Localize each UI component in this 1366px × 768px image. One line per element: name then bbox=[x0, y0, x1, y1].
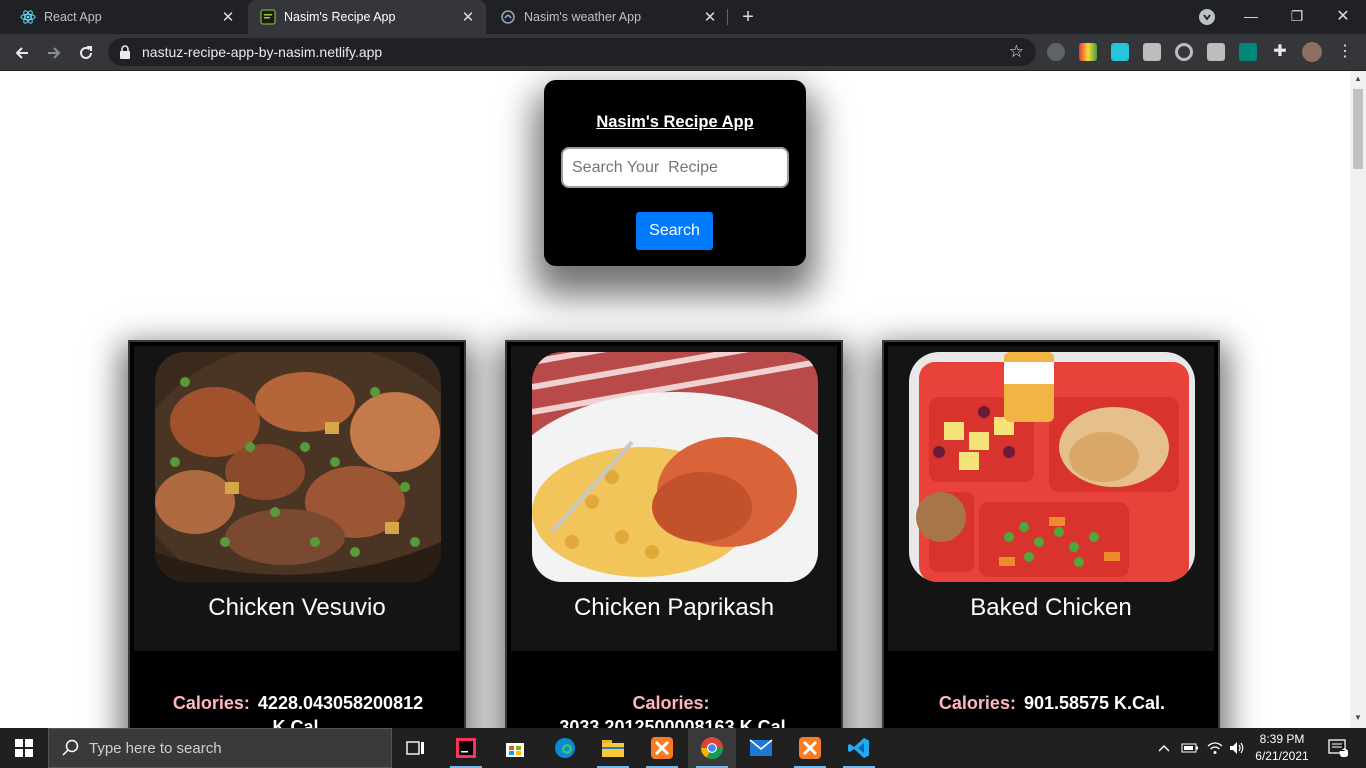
recipe-card: Chicken Paprikash Calories: 3033.20125000… bbox=[505, 340, 843, 728]
chicken-vesuvio-photo bbox=[155, 352, 441, 582]
weather-app-icon bbox=[500, 9, 516, 25]
notification-count-badge: 2 bbox=[1340, 743, 1346, 753]
profile-avatar[interactable] bbox=[1302, 42, 1322, 62]
battery-icon[interactable] bbox=[1180, 728, 1200, 768]
url-text: nastuz-recipe-app-by-nasim.netlify.app bbox=[142, 44, 383, 60]
extension-icon[interactable] bbox=[1143, 43, 1161, 61]
tab-search-icon[interactable] bbox=[1199, 9, 1215, 25]
tab-title: Nasim's Recipe App bbox=[284, 10, 396, 24]
recipe-name: Chicken Paprikash bbox=[573, 594, 775, 621]
baked-chicken-photo bbox=[909, 352, 1195, 582]
calories-value: 901.58575 K.Cal. bbox=[1023, 693, 1166, 713]
reload-icon bbox=[80, 46, 92, 59]
vscode-icon[interactable] bbox=[835, 728, 883, 768]
calories-value: 3033.2012500008163 K.Cal. bbox=[559, 717, 791, 728]
close-window-button[interactable]: ✕ bbox=[1320, 0, 1366, 32]
recipe-calories: Calories: 901.58575 K.Cal. bbox=[904, 691, 1200, 715]
tab-react-app[interactable]: React App ✕ bbox=[0, 0, 246, 34]
scrollbar-thumb[interactable] bbox=[1353, 89, 1363, 169]
extension-icon[interactable] bbox=[1111, 43, 1129, 61]
edge-icon[interactable] bbox=[541, 728, 589, 768]
taskbar-search-box[interactable]: Type here to search bbox=[48, 728, 392, 768]
back-arrow-icon bbox=[15, 47, 28, 59]
extension-icon[interactable] bbox=[1175, 43, 1193, 61]
minimize-button[interactable]: — bbox=[1228, 0, 1274, 32]
reload-button[interactable] bbox=[72, 39, 100, 67]
tab-title: Nasim's weather App bbox=[524, 10, 642, 24]
volume-icon[interactable] bbox=[1227, 728, 1247, 768]
recipe-card-header: Chicken Vesuvio bbox=[134, 346, 460, 651]
taskbar-clock[interactable]: 8:39 PM 6/21/2021 bbox=[1250, 731, 1314, 765]
wifi-icon[interactable] bbox=[1205, 728, 1225, 768]
extension-icon[interactable] bbox=[1079, 43, 1097, 61]
close-tab-icon[interactable]: ✕ bbox=[702, 9, 718, 26]
page-viewport: Nasim's Recipe App Search Your Recipe Se… bbox=[0, 71, 1350, 728]
search-input[interactable] bbox=[561, 147, 789, 188]
scroll-up-arrow-icon[interactable]: ▲ bbox=[1354, 75, 1362, 83]
calories-label: Calories: bbox=[632, 693, 710, 713]
tab-recipe-app[interactable]: Nasim's Recipe App ✕ bbox=[248, 0, 486, 34]
puzzle-extensions-icon[interactable]: ✚ bbox=[1271, 43, 1289, 61]
calories-value: 4228.043058200812 K.Cal. bbox=[257, 693, 424, 728]
clock-time: 8:39 PM bbox=[1259, 732, 1305, 746]
calories-label: Calories: bbox=[938, 693, 1016, 713]
restore-button[interactable]: ❐ bbox=[1274, 0, 1320, 32]
task-view-icon[interactable] bbox=[392, 728, 440, 768]
xampp-icon[interactable] bbox=[638, 728, 686, 768]
tab-weather-app[interactable]: Nasim's weather App ✕ bbox=[488, 0, 728, 34]
recipe-calories: Calories: 4228.043058200812 K.Cal. bbox=[150, 691, 446, 728]
address-bar[interactable]: nastuz-recipe-app-by-nasim.netlify.app ☆ bbox=[108, 38, 1036, 66]
extension-icon[interactable] bbox=[1047, 43, 1065, 61]
chicken-paprikash-photo bbox=[532, 352, 818, 582]
action-center-icon[interactable]: 2 bbox=[1320, 728, 1356, 768]
page-title: Nasim's Recipe App bbox=[596, 113, 754, 131]
page-scrollbar[interactable]: ▲ ▼ bbox=[1350, 71, 1366, 728]
intellij-icon[interactable] bbox=[442, 728, 490, 768]
recipe-calories: Calories: 3033.2012500008163 K.Cal. bbox=[527, 691, 823, 728]
tab-separator bbox=[727, 9, 728, 25]
tab-strip: React App ✕ Nasim's Recipe App ✕ Nasim's… bbox=[0, 0, 1366, 34]
taskbar-search-placeholder: Type here to search bbox=[89, 739, 222, 757]
microsoft-store-icon[interactable] bbox=[491, 728, 539, 768]
extension-icon[interactable] bbox=[1239, 43, 1257, 61]
more-menu-icon[interactable]: ⋮ bbox=[1336, 43, 1354, 61]
recipe-app-icon bbox=[260, 9, 276, 25]
close-tab-icon[interactable]: ✕ bbox=[220, 9, 236, 26]
recipe-name: Baked Chicken bbox=[970, 594, 1132, 621]
bookmark-star-icon[interactable]: ☆ bbox=[1009, 42, 1024, 62]
react-icon bbox=[20, 9, 36, 25]
search-button[interactable]: Search bbox=[636, 212, 713, 250]
search-icon bbox=[61, 738, 81, 758]
tab-title: React App bbox=[44, 10, 102, 24]
calories-label: Calories: bbox=[172, 693, 250, 713]
windows-logo-icon bbox=[15, 739, 33, 757]
recipe-card: Chicken Vesuvio Calories: 4228.0430582008… bbox=[128, 340, 466, 728]
new-tab-button[interactable]: + bbox=[736, 5, 760, 29]
search-card: Nasim's Recipe App Search bbox=[544, 80, 806, 266]
recipe-card-header: Baked Chicken bbox=[888, 346, 1214, 651]
forward-button[interactable] bbox=[40, 39, 68, 67]
xampp-icon[interactable] bbox=[786, 728, 834, 768]
camera-extension-icon[interactable] bbox=[1207, 43, 1225, 61]
back-button[interactable] bbox=[8, 39, 36, 67]
lock-icon bbox=[118, 45, 132, 59]
chrome-icon[interactable] bbox=[688, 728, 736, 768]
clock-date: 6/21/2021 bbox=[1255, 749, 1309, 763]
scroll-down-arrow-icon[interactable]: ▼ bbox=[1354, 714, 1362, 722]
close-tab-icon[interactable]: ✕ bbox=[460, 9, 476, 26]
windows-start-button[interactable] bbox=[0, 728, 48, 768]
forward-arrow-icon bbox=[48, 47, 61, 59]
windows-taskbar: Type here to search 8:39 PM 6/21/2021 2 bbox=[0, 728, 1366, 768]
browser-toolbar: nastuz-recipe-app-by-nasim.netlify.app ☆ bbox=[0, 34, 1366, 71]
file-explorer-icon[interactable] bbox=[589, 728, 637, 768]
recipe-name: Chicken Vesuvio bbox=[208, 594, 386, 621]
recipe-card: Baked Chicken Calories: 901.58575 K.Cal. bbox=[882, 340, 1220, 728]
recipe-card-header: Chicken Paprikash bbox=[511, 346, 837, 651]
mail-icon[interactable] bbox=[737, 728, 785, 768]
show-hidden-icons-chevron-icon[interactable] bbox=[1155, 728, 1173, 768]
